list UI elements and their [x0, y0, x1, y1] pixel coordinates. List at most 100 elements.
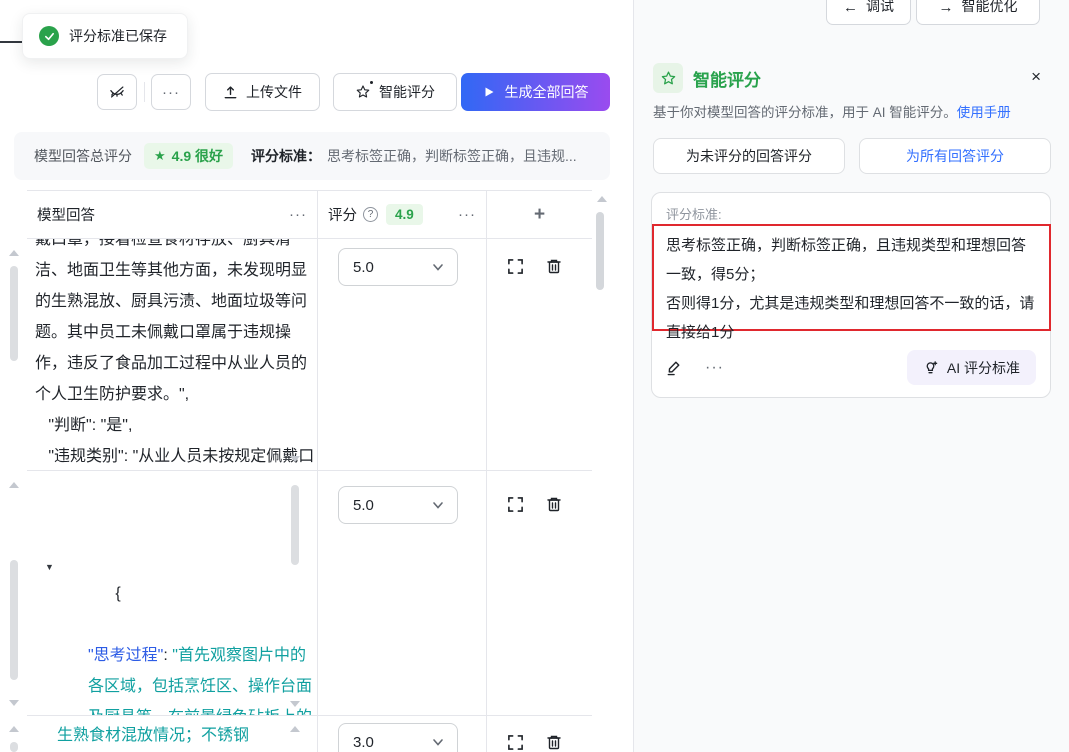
answer-text: 戴口罩，接着检查食材存放、厨具清洁、地面卫生等其他方面，未发现明显的生熟混放、厨…: [27, 239, 317, 470]
score-unscored-button[interactable]: 为未评分的回答评分: [653, 138, 845, 174]
row-scroll-down-icon[interactable]: [9, 700, 19, 706]
debug-label: 调试: [866, 0, 894, 16]
json-body: "思考过程": "首先观察图片中的各区域，包括烹饪区、操作台面及厨具等。在前景绿…: [88, 640, 317, 715]
ai-criteria-label: AI 评分标准: [947, 358, 1020, 378]
add-column-cell[interactable]: +: [487, 191, 592, 238]
forward-arrow-icon: →: [939, 0, 954, 16]
criteria-text[interactable]: 思考标签正确，判断标签正确，且违规类型和理想回答一致，得5分； 否则得1分，尤其…: [666, 231, 1038, 347]
upload-file-button[interactable]: 上传文件: [205, 73, 320, 111]
answer-text: 生熟食材混放情况；不锈钢: [49, 716, 317, 751]
row-scroll-up-icon[interactable]: [9, 250, 19, 256]
json-colon: :: [163, 647, 172, 664]
column-header-score[interactable]: 评分 ? 4.9 ···: [318, 191, 487, 238]
column-header-answer[interactable]: 模型回答 ···: [27, 191, 318, 238]
column-menu-icon[interactable]: ···: [289, 206, 307, 223]
smart-scoring-app: 评分标准已保存 ← 调试 → 智能优化 ··· 上传文件: [0, 0, 1069, 752]
actions-cell: [487, 239, 592, 470]
total-score-summary: 模型回答总评分 ★ 4.9 很好 评分标准： 思考标签正确，判断标签正确，且违规…: [14, 132, 610, 180]
json-brace: {: [115, 585, 120, 602]
score-value: 3.0: [353, 734, 374, 751]
expand-icon[interactable]: [507, 496, 524, 513]
generate-all-button[interactable]: 生成全部回答: [461, 73, 610, 111]
more-actions-button[interactable]: ···: [151, 74, 191, 110]
row-scrollbar-thumb[interactable]: [10, 742, 18, 752]
play-icon: [483, 86, 495, 98]
score-select[interactable]: 3.0: [338, 723, 458, 752]
add-column-icon[interactable]: +: [487, 204, 592, 226]
row-scroll-up-icon[interactable]: [9, 482, 19, 488]
smart-scoring-panel: 智能评分 × 基于你对模型回答的评分标准，用于 AI 智能评分。使用手册 为未评…: [633, 0, 1069, 752]
answer-column-label: 模型回答: [37, 204, 95, 225]
score-cell: 3.0: [318, 716, 487, 752]
panel-subtitle: 基于你对模型回答的评分标准，用于 AI 智能评分。使用手册: [653, 101, 1011, 121]
score-select[interactable]: 5.0: [338, 248, 458, 286]
answers-table: 模型回答 ··· 评分 ? 4.9 ··· + 戴口罩，接着检查食材存放、厨具清…: [27, 190, 592, 752]
ellipsis-icon: ···: [162, 84, 180, 101]
answer-cell[interactable]: 生熟食材混放情况；不锈钢: [27, 716, 318, 752]
criteria-inline-label: 评分标准：: [251, 146, 321, 166]
chevron-down-icon: [431, 735, 445, 749]
cell-scrollbar-thumb[interactable]: [291, 485, 299, 565]
expand-icon[interactable]: [507, 258, 524, 275]
criteria-label: 评分标准:: [666, 204, 722, 223]
score-value: 5.0: [353, 259, 374, 276]
score-cell: 5.0: [318, 471, 487, 715]
table-row: 戴口罩，接着检查食材存放、厨具清洁、地面卫生等其他方面，未发现明显的生熟混放、厨…: [27, 239, 592, 471]
criteria-preview: 思考标签正确，判断标签正确，且违规...: [327, 146, 577, 166]
hide-column-button[interactable]: [97, 74, 137, 110]
scroll-down-icon[interactable]: [290, 456, 300, 462]
ai-star-badge-icon: [653, 63, 683, 93]
table-header-row: 模型回答 ··· 评分 ? 4.9 ··· +: [27, 191, 592, 239]
table-scrollbar-thumb[interactable]: [596, 212, 604, 290]
close-icon[interactable]: ×: [1031, 68, 1041, 85]
upload-file-label: 上传文件: [246, 82, 302, 102]
score-all-button[interactable]: 为所有回答评分: [859, 138, 1051, 174]
criteria-card: 评分标准: 思考标签正确，判断标签正确，且违规类型和理想回答一致，得5分； 否则…: [651, 192, 1051, 398]
score-cell: 5.0: [318, 239, 487, 470]
criteria-more-icon[interactable]: ···: [705, 359, 724, 377]
collapse-caret-icon[interactable]: ▼: [45, 552, 54, 583]
smart-score-button[interactable]: 智能评分: [333, 73, 457, 111]
actions-cell: [487, 471, 592, 715]
expand-icon[interactable]: [507, 734, 524, 751]
panel-header: 智能评分: [653, 63, 761, 93]
ai-star-icon: [355, 84, 371, 100]
scroll-down-icon[interactable]: [290, 701, 300, 707]
toast-message: 评分标准已保存: [69, 26, 167, 46]
toolbar-divider: [144, 82, 145, 102]
smart-optimize-label: 智能优化: [962, 0, 1018, 16]
score-grade-badge: ★ 4.9 很好: [144, 143, 233, 169]
score-value: 5.0: [353, 497, 374, 514]
smart-optimize-button[interactable]: → 智能优化: [916, 0, 1040, 25]
edit-pencil-icon[interactable]: [666, 359, 683, 376]
row-scrollbar-thumb[interactable]: [10, 560, 18, 680]
back-arrow-icon: ←: [843, 0, 858, 16]
chevron-down-icon: [431, 498, 445, 512]
score-grade-value: 4.9 很好: [172, 146, 223, 166]
delete-icon[interactable]: [546, 734, 562, 751]
ai-criteria-button[interactable]: AI 评分标准: [907, 350, 1036, 385]
score-select[interactable]: 5.0: [338, 486, 458, 524]
row-scrollbar-thumb[interactable]: [10, 266, 18, 361]
answer-cell[interactable]: ▼ { "思考过程": "首先观察图片中的各区域，包括烹饪区、操作台面及厨具等。在…: [27, 471, 318, 715]
row-scroll-up-icon[interactable]: [9, 726, 19, 732]
eye-off-icon: [108, 83, 126, 101]
total-score-label: 模型回答总评分: [34, 146, 132, 166]
actions-cell: [487, 716, 592, 752]
success-check-icon: [39, 26, 59, 46]
help-icon[interactable]: ?: [363, 207, 378, 222]
answer-cell[interactable]: 戴口罩，接着检查食材存放、厨具清洁、地面卫生等其他方面，未发现明显的生熟混放、厨…: [27, 239, 318, 470]
delete-icon[interactable]: [546, 258, 562, 275]
star-icon: ★: [154, 148, 166, 164]
scroll-up-icon[interactable]: [290, 726, 300, 732]
generate-all-label: 生成全部回答: [505, 82, 589, 102]
delete-icon[interactable]: [546, 496, 562, 513]
bulb-sparkle-icon: [923, 360, 938, 376]
table-scroll-up-icon[interactable]: [597, 196, 607, 202]
score-column-menu-icon[interactable]: ···: [458, 206, 476, 223]
upload-icon: [223, 85, 238, 100]
debug-button[interactable]: ← 调试: [826, 0, 911, 25]
criteria-card-footer: ··· AI 评分标准: [666, 350, 1036, 385]
manual-link[interactable]: 使用手册: [957, 105, 1011, 120]
json-key: "思考过程": [88, 647, 163, 664]
